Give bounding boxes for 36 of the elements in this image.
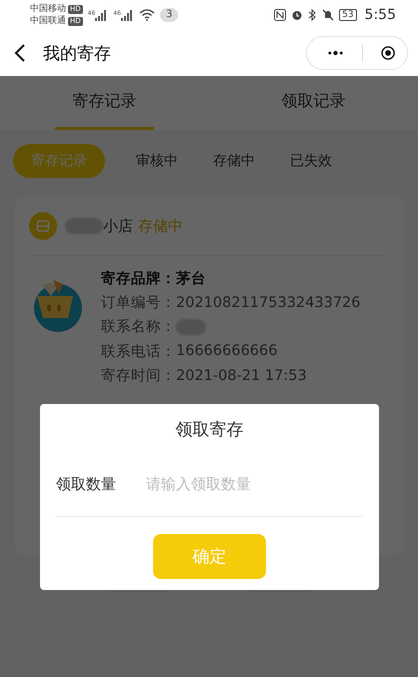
tab[interactable]: 寄存记录: [55, 76, 154, 130]
filter-tab[interactable]: 存储中: [209, 144, 259, 178]
carrier-name: 中国联通: [30, 15, 66, 27]
field-label: 领取数量: [56, 474, 116, 494]
field-value: 20210821175332433726: [176, 294, 361, 311]
capsule-button[interactable]: [306, 36, 408, 70]
confirm-button[interactable]: 确定: [153, 534, 266, 579]
field-label: 联系名称：: [101, 318, 176, 336]
nfc-icon: [274, 9, 286, 21]
filter-tab[interactable]: 已失效: [286, 144, 336, 178]
back-icon[interactable]: [14, 43, 26, 63]
dialog-title: 领取寄存: [176, 419, 244, 442]
field-label: 寄存品牌：: [101, 269, 176, 288]
field-value: 茅台: [176, 270, 206, 288]
field-label: 订单编号：: [101, 294, 176, 312]
mute-icon: [322, 9, 334, 21]
bluetooth-icon: [308, 9, 318, 21]
signal-icon: [95, 10, 108, 20]
field-label: 寄存时间：: [101, 366, 176, 386]
wifi-icon: [138, 9, 155, 21]
carrier-name: 中国移动: [30, 3, 66, 15]
battery-icon: 53: [339, 9, 357, 21]
clock-time: 5:55: [364, 7, 396, 23]
field-value: 16666666666: [176, 343, 278, 360]
tab[interactable]: 领取记录: [264, 76, 363, 130]
filter-tab[interactable]: 审核中: [132, 144, 182, 178]
shop-name: 小店: [103, 216, 133, 236]
notification-badge: 3: [160, 8, 178, 22]
field-label: 联系电话：: [101, 342, 176, 361]
signal-icon: [120, 10, 134, 20]
alarm-icon: [291, 9, 304, 21]
more-icon[interactable]: [327, 49, 344, 57]
shop-icon: [29, 212, 57, 240]
status-label: 存储中: [138, 216, 183, 236]
field-value: 2021-08-21 17:53: [176, 368, 307, 384]
page-title: 我的寄存: [43, 42, 111, 64]
